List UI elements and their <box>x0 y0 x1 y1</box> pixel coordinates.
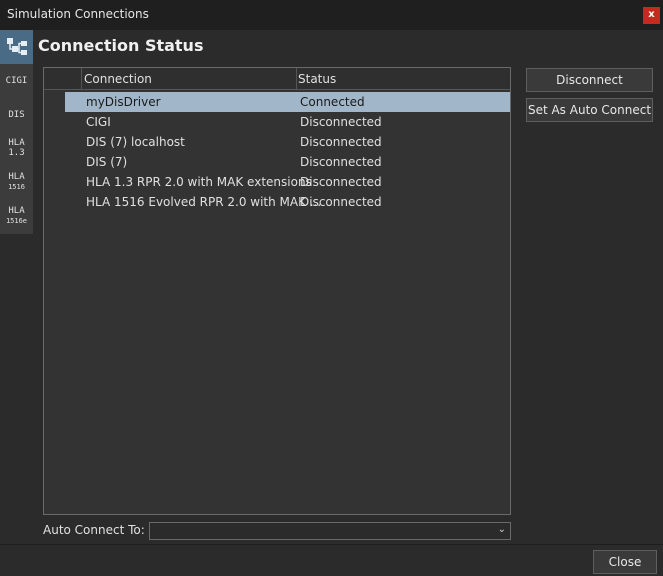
page-title: Connection Status <box>38 36 204 55</box>
table-row[interactable]: myDisDriver Connected <box>65 92 510 112</box>
footer-bar: Close <box>0 544 663 576</box>
connection-name: DIS (7) <box>86 155 128 169</box>
column-divider[interactable] <box>296 68 297 90</box>
connection-status: Disconnected <box>300 135 382 149</box>
sidebar-item-sublabel: 1516 <box>8 183 25 191</box>
auto-connect-select[interactable]: ⌄ <box>149 522 511 540</box>
table-row[interactable]: HLA 1516 Evolved RPR 2.0 with MAK ... Di… <box>65 192 510 212</box>
chevron-down-icon: ⌄ <box>497 524 506 535</box>
sidebar-item-connections[interactable] <box>0 30 33 64</box>
close-button[interactable]: Close <box>593 550 657 574</box>
sidebar-item-hla13[interactable]: HLA 1.3 <box>0 138 33 158</box>
sidebar-item-sublabel: 1.3 <box>8 148 25 158</box>
sidebar-item-label: HLA <box>8 172 25 182</box>
sidebar-item-label: HLA <box>8 206 25 216</box>
sidebar-item-label: DIS <box>8 110 25 120</box>
connection-status: Disconnected <box>300 115 382 129</box>
table-row[interactable]: DIS (7) localhost Disconnected <box>65 132 510 152</box>
auto-connect-label: Auto Connect To: <box>43 523 145 537</box>
table-header: Connection Status <box>44 68 510 90</box>
window-title: Simulation Connections <box>7 7 149 21</box>
table-row[interactable]: HLA 1.3 RPR 2.0 with MAK extensions Disc… <box>65 172 510 192</box>
connection-name: CIGI <box>86 115 111 129</box>
sidebar-item-sublabel: 1516e <box>5 217 28 225</box>
sidebar-item-hla1516e[interactable]: HLA 1516e <box>0 206 33 226</box>
network-tree-icon <box>6 38 27 55</box>
table-row[interactable]: DIS (7) Disconnected <box>65 152 510 172</box>
connection-name: myDisDriver <box>86 95 161 109</box>
sidebar-item-dis[interactable]: DIS <box>0 110 33 120</box>
sidebar-item-label: CIGI <box>5 76 28 86</box>
connection-status: Disconnected <box>300 195 382 209</box>
sidebar-item-hla1516[interactable]: HLA 1516 <box>0 172 33 192</box>
connections-table: Connection Status myDisDriver Connected … <box>43 67 511 515</box>
table-row[interactable]: CIGI Disconnected <box>65 112 510 132</box>
column-header-status[interactable]: Status <box>298 72 336 86</box>
connection-name: DIS (7) localhost <box>86 135 185 149</box>
window-close-button[interactable]: x <box>643 7 660 24</box>
connection-name: HLA 1.3 RPR 2.0 with MAK extensions <box>86 175 312 189</box>
set-auto-connect-button[interactable]: Set As Auto Connect <box>526 98 653 122</box>
connection-status: Connected <box>300 95 365 109</box>
title-bar: Simulation Connections x <box>0 0 663 30</box>
connection-status: Disconnected <box>300 175 382 189</box>
sidebar-item-label: HLA <box>8 138 25 148</box>
disconnect-button[interactable]: Disconnect <box>526 68 653 92</box>
connection-status: Disconnected <box>300 155 382 169</box>
sidebar-item-cigi[interactable]: CIGI <box>0 76 33 86</box>
sidebar: CIGI DIS HLA 1.3 HLA 1516 HLA 1516e <box>0 30 33 234</box>
column-header-connection[interactable]: Connection <box>84 72 152 86</box>
column-divider[interactable] <box>81 68 82 90</box>
connection-name: HLA 1516 Evolved RPR 2.0 with MAK ... <box>86 195 322 209</box>
